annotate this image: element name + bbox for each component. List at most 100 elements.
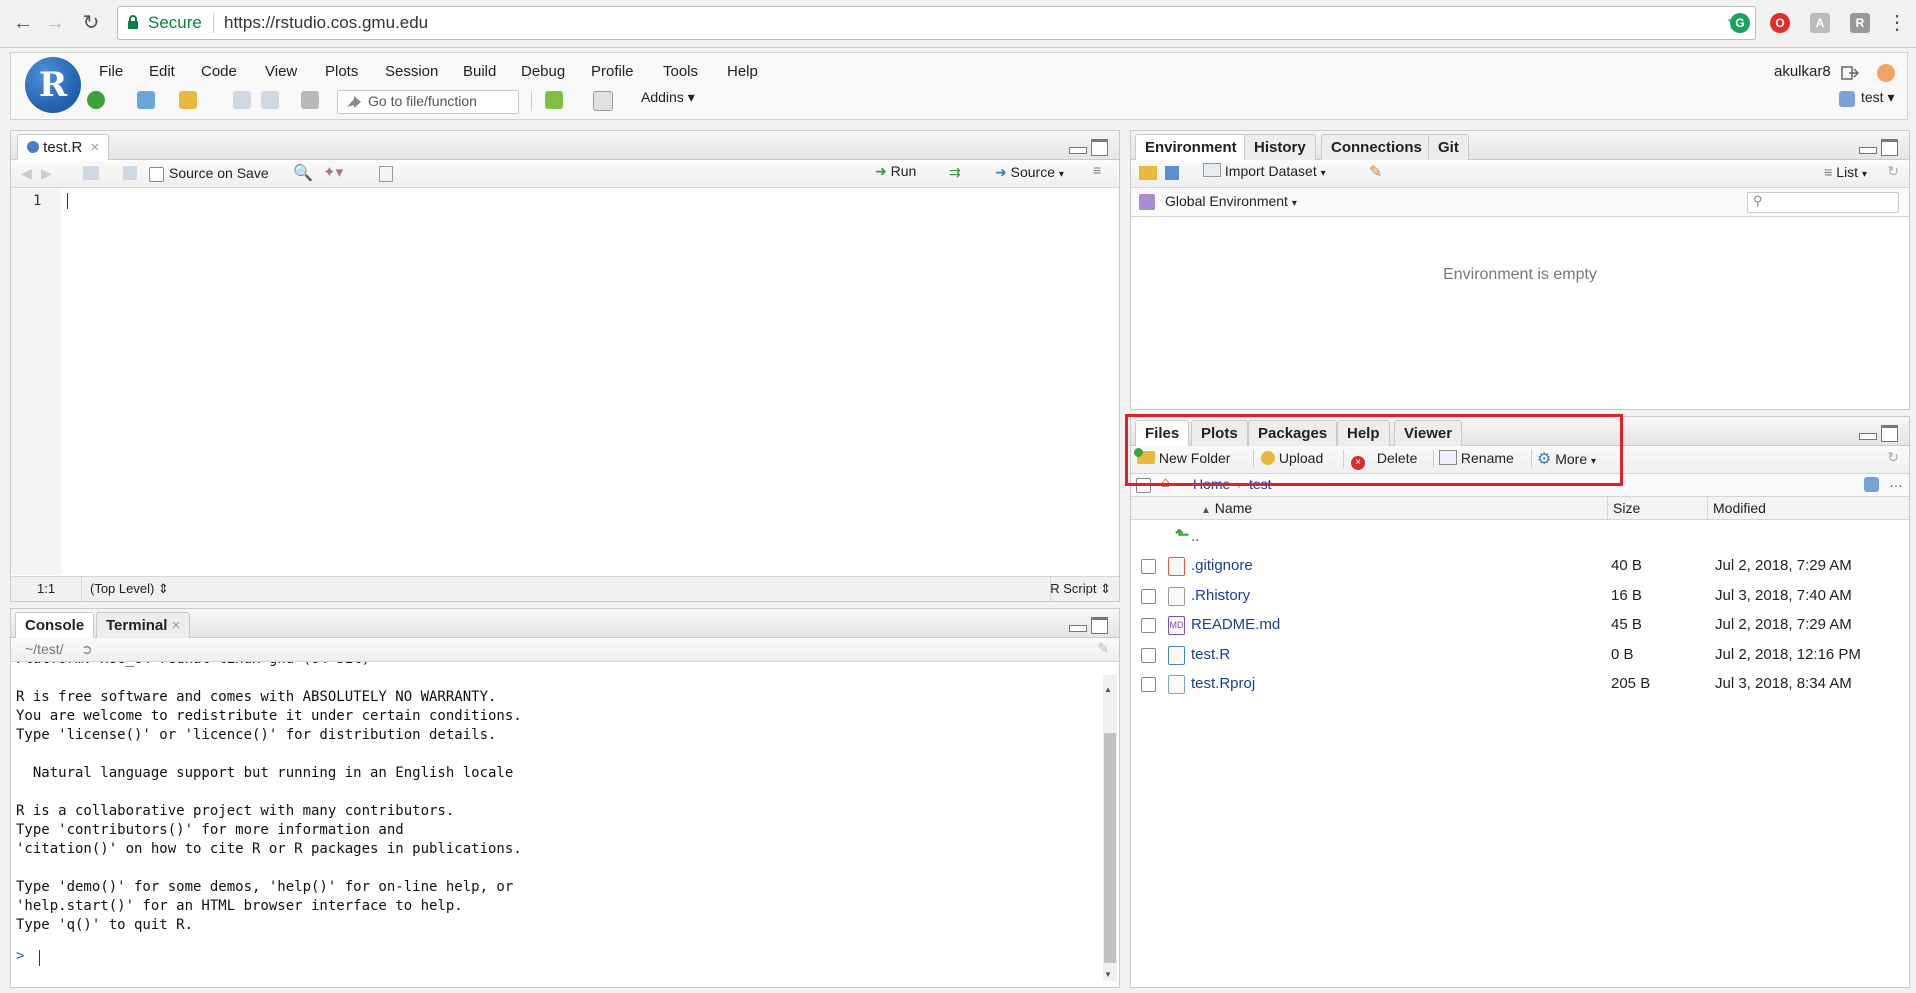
table-row[interactable]: test.Rproj 205 B Jul 3, 2018, 8:34 AM	[1131, 672, 1909, 696]
save-icon[interactable]	[233, 91, 251, 109]
menu-build[interactable]: Build	[463, 63, 496, 80]
rproject-icon[interactable]	[1864, 477, 1879, 492]
compile-report-icon[interactable]	[379, 166, 393, 182]
table-row[interactable]: .gitignore 40 B Jul 2, 2018, 7:29 AM	[1131, 554, 1909, 578]
import-dataset-button[interactable]: Import Dataset ▾	[1203, 163, 1326, 179]
forward-arrow-icon[interactable]: →	[42, 10, 68, 36]
column-name[interactable]: ▲ Name	[1201, 500, 1252, 516]
sign-out-icon[interactable]	[1841, 65, 1859, 81]
run-button[interactable]: ➜ Run	[875, 163, 916, 185]
open-file-icon[interactable]	[179, 91, 197, 109]
file-checkbox[interactable]	[1141, 647, 1156, 663]
console-scrollbar[interactable]: ▲ ▼	[1103, 675, 1117, 981]
minimize-icon[interactable]	[1069, 625, 1087, 632]
code-tools-wand-icon[interactable]: ✦▾	[323, 163, 343, 181]
rerun-icon[interactable]: ⇉	[949, 164, 961, 181]
table-row[interactable]: .Rhistory 16 B Jul 3, 2018, 7:40 AM	[1131, 584, 1909, 608]
reload-icon[interactable]: ↻	[78, 10, 104, 36]
maximize-icon[interactable]	[1091, 139, 1108, 156]
goto-file-input[interactable]: Go to file/function	[337, 90, 519, 114]
tab-connections[interactable]: Connections	[1321, 134, 1432, 160]
file-name-link[interactable]: README.md	[1191, 616, 1280, 633]
new-project-icon[interactable]	[137, 91, 155, 109]
file-checkbox[interactable]	[1141, 559, 1156, 574]
refresh-icon[interactable]: ↻	[1887, 449, 1899, 466]
maximize-icon[interactable]	[1881, 139, 1898, 156]
back-arrow-icon[interactable]: ←	[10, 10, 36, 36]
show-in-window-icon[interactable]	[83, 166, 99, 180]
file-name-link[interactable]: .gitignore	[1191, 557, 1253, 574]
git-icon[interactable]	[545, 91, 563, 109]
refresh-icon[interactable]: ↻	[1887, 163, 1899, 180]
maximize-icon[interactable]	[1881, 425, 1898, 442]
table-row[interactable]: MD README.md 45 B Jul 2, 2018, 7:29 AM	[1131, 613, 1909, 637]
menu-edit[interactable]: Edit	[149, 63, 175, 80]
url-text[interactable]: https://rstudio.cos.gmu.edu	[224, 13, 428, 33]
file-name-link[interactable]: test.R	[1191, 646, 1230, 663]
back-icon[interactable]: ◀	[21, 165, 32, 182]
menu-plots[interactable]: Plots	[325, 63, 358, 80]
goto-directory-icon[interactable]: ➲	[81, 641, 93, 658]
forward-icon[interactable]: ▶	[41, 165, 52, 182]
file-name-link[interactable]: test.Rproj	[1191, 675, 1255, 692]
new-file-icon[interactable]	[87, 91, 105, 109]
tab-git[interactable]: Git	[1428, 134, 1469, 160]
parent-dir-row[interactable]: ⬑ ..	[1131, 525, 1909, 549]
list-view-selector[interactable]: ≡ List ▾	[1824, 164, 1867, 180]
table-row[interactable]: test.R 0 B Jul 2, 2018, 12:16 PM	[1131, 643, 1909, 667]
power-icon[interactable]	[1877, 64, 1895, 82]
pane-layout-icon[interactable]	[593, 91, 613, 111]
scope-selector[interactable]: (Top Level) ⇕	[90, 581, 169, 597]
file-checkbox[interactable]	[1141, 618, 1156, 633]
menu-debug[interactable]: Debug	[521, 63, 565, 80]
search-icon[interactable]: 🔍	[293, 163, 313, 183]
menu-profile[interactable]: Profile	[591, 63, 634, 80]
close-icon[interactable]: ×	[172, 617, 181, 634]
minimize-icon[interactable]	[1859, 433, 1877, 440]
code-editor[interactable]	[63, 189, 1119, 575]
scroll-up-icon[interactable]: ▲	[1104, 685, 1112, 694]
tab-console[interactable]: Console	[15, 612, 95, 638]
address-bar[interactable]: Secure https://rstudio.cos.gmu.edu ☆	[117, 6, 1756, 40]
source-on-save-checkbox[interactable]	[149, 167, 164, 182]
file-type-selector[interactable]: R Script ⇕	[1050, 581, 1111, 597]
addins-menu[interactable]: Addins ▾	[641, 89, 695, 106]
browser-menu-icon[interactable]: ⋮	[1884, 10, 1910, 36]
minimize-icon[interactable]	[1069, 147, 1087, 154]
pane-minmax[interactable]	[1069, 139, 1109, 156]
pane-minmax[interactable]	[1859, 139, 1899, 156]
outline-icon[interactable]: ≡	[1093, 162, 1101, 178]
environment-search-input[interactable]: ⚲	[1747, 192, 1899, 213]
save-all-icon[interactable]	[261, 91, 279, 109]
close-icon[interactable]: ×	[91, 139, 100, 156]
tab-history[interactable]: History	[1244, 134, 1316, 160]
tab-environment[interactable]: Environment	[1135, 134, 1247, 160]
file-checkbox[interactable]	[1141, 588, 1156, 604]
save-workspace-icon[interactable]	[1165, 166, 1179, 180]
source-button[interactable]: ➜ Source ▾	[995, 164, 1064, 181]
project-menu[interactable]: test ▾	[1861, 89, 1895, 106]
file-name-link[interactable]: .Rhistory	[1191, 587, 1250, 604]
menu-session[interactable]: Session	[385, 63, 438, 80]
tab-test-r[interactable]: test.R ×	[17, 134, 110, 160]
maximize-icon[interactable]	[1091, 617, 1108, 634]
file-checkbox[interactable]	[1141, 677, 1156, 692]
minimize-icon[interactable]	[1859, 147, 1877, 154]
pane-minmax[interactable]	[1859, 425, 1899, 442]
menu-file[interactable]: File	[99, 63, 123, 80]
menu-code[interactable]: Code	[201, 63, 237, 80]
pane-minmax[interactable]	[1069, 617, 1109, 634]
grammarly-extension-icon[interactable]: G	[1730, 13, 1750, 33]
rstudio-extension-icon[interactable]: R	[1850, 13, 1870, 33]
scrollbar-thumb[interactable]	[1104, 733, 1116, 963]
scroll-down-icon[interactable]: ▼	[1104, 970, 1112, 979]
menu-view[interactable]: View	[265, 63, 297, 80]
menu-tools[interactable]: Tools	[663, 63, 698, 80]
environment-scope-selector[interactable]: Global Environment ▾	[1165, 193, 1297, 209]
parent-dir-link[interactable]: ..	[1191, 528, 1199, 545]
menu-help[interactable]: Help	[727, 63, 758, 80]
save-icon[interactable]	[123, 166, 137, 180]
column-size[interactable]: Size	[1613, 500, 1640, 516]
opera-extension-icon[interactable]: O	[1770, 13, 1790, 33]
column-modified[interactable]: Modified	[1713, 500, 1766, 516]
